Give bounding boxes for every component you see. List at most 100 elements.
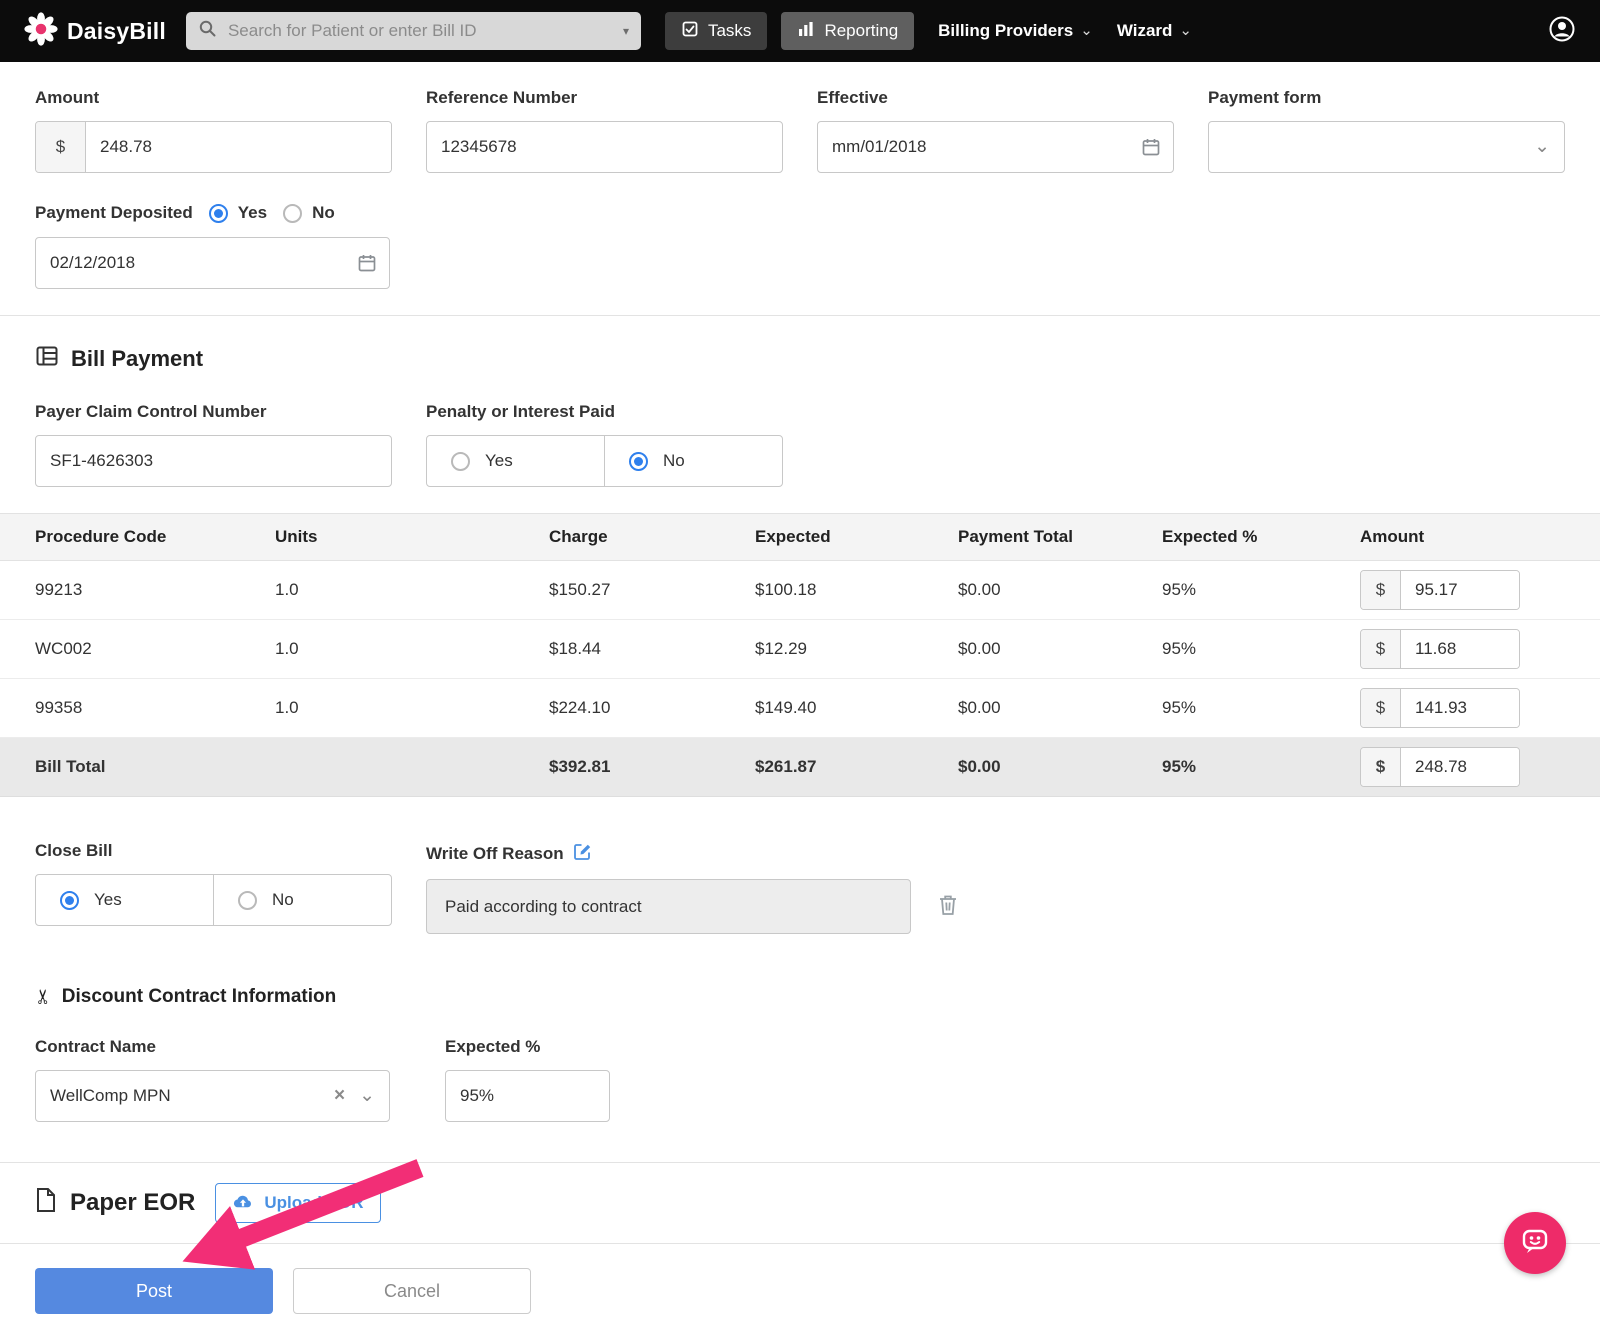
deposit-date-input[interactable] (35, 237, 390, 289)
col-expected: Expected (745, 514, 948, 561)
reporting-button[interactable]: Reporting (781, 12, 914, 50)
contract-name-label: Contract Name (35, 1037, 390, 1057)
cell-expected-pct: 95% (1152, 561, 1350, 620)
post-button[interactable]: Post (35, 1268, 273, 1314)
close-bill-no-option[interactable]: No (213, 875, 391, 925)
radio-no[interactable] (283, 204, 302, 223)
contract-name-select[interactable]: WellComp MPN × ⌄ (35, 1070, 390, 1122)
cell-charge: $224.10 (539, 679, 745, 738)
write-off-reason-select[interactable]: Paid according to contract (426, 879, 911, 934)
search-input[interactable] (226, 20, 614, 42)
bill-total-label: Bill Total (0, 738, 265, 797)
deposited-no-label: No (312, 203, 335, 223)
reporting-label: Reporting (824, 21, 898, 41)
amount-label: Amount (35, 88, 392, 108)
table-row: 99358 1.0 $224.10 $149.40 $0.00 95% $ (0, 679, 1600, 738)
bill-payment-title: Bill Payment (71, 346, 203, 372)
upload-eor-button[interactable]: Upload EOR (215, 1183, 380, 1223)
close-bill-field: Close Bill Yes No (35, 841, 392, 934)
close-bill-yes-option[interactable]: Yes (36, 875, 213, 925)
scissors-icon: ✂ (31, 988, 56, 1005)
expected-pct-field: Expected % (445, 1037, 610, 1122)
write-off-label: Write Off Reason (426, 844, 564, 864)
cell-payment-total: $0.00 (948, 561, 1152, 620)
col-procedure-code: Procedure Code (0, 514, 265, 561)
radio-yes[interactable] (60, 891, 79, 910)
cell-units: 1.0 (265, 620, 539, 679)
amount-input-group: $ (1360, 747, 1520, 787)
payment-form-select[interactable]: ⌄ (1208, 121, 1565, 173)
radio-no[interactable] (238, 891, 257, 910)
penalty-no-option[interactable]: No (604, 436, 782, 486)
navbar: DaisyBill ▾ Tasks (0, 0, 1600, 62)
deposited-yes-option[interactable]: Yes (209, 203, 267, 223)
penalty-yes-option[interactable]: Yes (427, 436, 604, 486)
radio-yes[interactable] (451, 452, 470, 471)
tasks-label: Tasks (708, 21, 751, 41)
total-expected-pct: 95% (1152, 738, 1350, 797)
amount-field: Amount $ (35, 88, 392, 173)
chat-widget-button[interactable] (1504, 1212, 1566, 1274)
payment-deposited-row: Payment Deposited Yes No (35, 203, 1565, 223)
page: DaisyBill ▾ Tasks (0, 0, 1600, 1333)
wizard-menu[interactable]: Wizard ⌄ (1117, 21, 1192, 41)
payer-claim-label: Payer Claim Control Number (35, 402, 392, 422)
bill-total-row: Bill Total $392.81 $261.87 $0.00 95% $ (0, 738, 1600, 797)
paper-eor-section: Paper EOR Upload EOR (0, 1163, 1600, 1243)
amount-input-group: $ (1360, 688, 1520, 728)
billing-providers-menu[interactable]: Billing Providers ⌄ (938, 21, 1093, 41)
cancel-button[interactable]: Cancel (293, 1268, 531, 1314)
delete-write-off-button[interactable] (937, 893, 959, 920)
chevron-down-icon: ⌄ (359, 1090, 375, 1102)
account-button[interactable] (1548, 15, 1576, 48)
payer-claim-input[interactable] (35, 435, 392, 487)
edit-icon[interactable] (572, 841, 592, 866)
cell-expected: $100.18 (745, 561, 948, 620)
total-charge: $392.81 (539, 738, 745, 797)
radio-no[interactable] (629, 452, 648, 471)
search-caret-icon[interactable]: ▾ (623, 24, 629, 38)
calendar-icon[interactable] (1141, 137, 1161, 157)
contract-name-field: Contract Name WellComp MPN × ⌄ (35, 1037, 390, 1122)
table-header-row: Procedure Code Units Charge Expected Pay… (0, 514, 1600, 561)
paper-eor-title: Paper EOR (70, 1189, 195, 1217)
cell-procedure-code: WC002 (0, 620, 265, 679)
ledger-icon (35, 344, 59, 374)
chat-icon (1518, 1224, 1552, 1263)
col-units: Units (265, 514, 539, 561)
tasks-icon (681, 20, 699, 43)
expected-pct-input[interactable] (445, 1070, 610, 1122)
search-box[interactable]: ▾ (186, 12, 641, 50)
cell-units: 1.0 (265, 561, 539, 620)
clear-selection-icon[interactable]: × (334, 1085, 345, 1107)
discount-contract-title: Discount Contract Information (62, 986, 336, 1008)
line-amount-input[interactable] (1401, 689, 1519, 727)
line-amount-input[interactable] (1401, 571, 1519, 609)
payment-form-label: Payment form (1208, 88, 1565, 108)
cell-expected-pct: 95% (1152, 620, 1350, 679)
brand-name: DaisyBill (67, 18, 166, 45)
reference-number-field: Reference Number (426, 88, 783, 173)
write-off-reason-value: Paid according to contract (445, 897, 642, 917)
daisybill-logo-icon (24, 12, 58, 51)
discount-contract-section: ✂ Discount Contract Information Contract… (0, 934, 1600, 1162)
tasks-button[interactable]: Tasks (665, 12, 767, 50)
cloud-upload-icon (232, 1192, 254, 1215)
amount-input[interactable] (86, 122, 391, 172)
total-amount-input[interactable] (1401, 748, 1519, 786)
amount-input-group: $ (1360, 629, 1520, 669)
currency-prefix: $ (1361, 689, 1401, 727)
calendar-icon[interactable] (357, 253, 377, 273)
currency-prefix: $ (36, 122, 86, 172)
effective-date-input[interactable] (817, 121, 1174, 173)
col-expected-pct: Expected % (1152, 514, 1350, 561)
payment-form-field: Payment form ⌄ (1208, 88, 1565, 173)
deposited-no-option[interactable]: No (283, 203, 335, 223)
line-amount-input[interactable] (1401, 630, 1519, 668)
bar-chart-icon (797, 20, 815, 43)
penalty-radio-group: Yes No (426, 435, 783, 487)
radio-yes[interactable] (209, 204, 228, 223)
penalty-label: Penalty or Interest Paid (426, 402, 783, 422)
reference-number-input[interactable] (426, 121, 783, 173)
brand[interactable]: DaisyBill (24, 12, 166, 51)
